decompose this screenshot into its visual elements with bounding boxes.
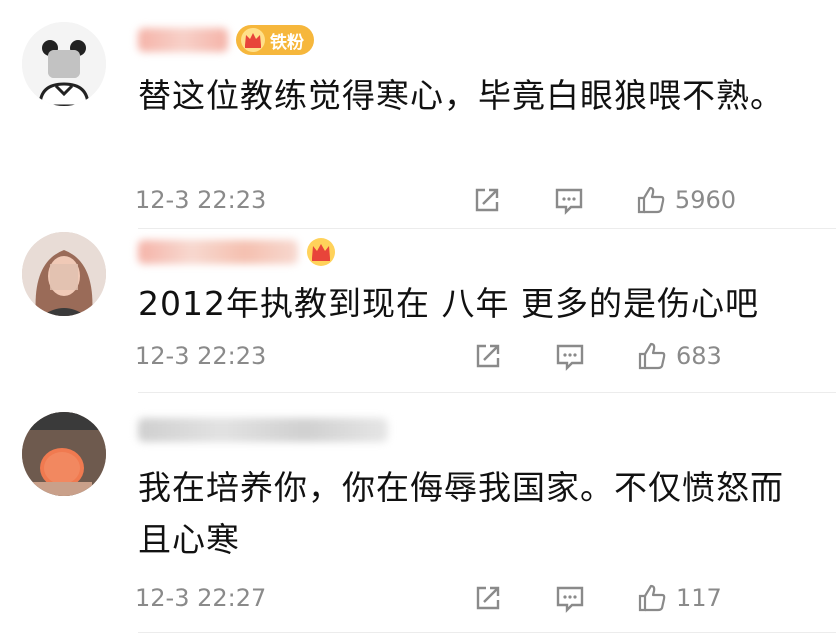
fan-badge-label: 铁粉 [270, 32, 304, 53]
comment-actions: 5960 [471, 182, 736, 218]
avatar-image [22, 22, 106, 106]
username[interactable] [138, 238, 336, 266]
like-button[interactable]: 117 [636, 582, 736, 614]
username-blurred [138, 28, 228, 52]
comment-time: 12-3 22:23 [135, 186, 267, 214]
avatar[interactable] [22, 232, 106, 316]
share-button[interactable] [472, 340, 504, 372]
comment-icon [556, 344, 584, 371]
comment-time: 12-3 22:27 [135, 584, 267, 612]
comment-actions: 117 [472, 580, 736, 616]
share-button[interactable] [471, 184, 503, 216]
comment-time: 12-3 22:23 [135, 342, 267, 370]
username-blurred [138, 418, 388, 442]
reply-button[interactable] [554, 582, 586, 614]
share-icon [476, 586, 500, 610]
avatar-image [22, 232, 106, 316]
avatar[interactable] [22, 412, 106, 496]
divider [138, 228, 836, 229]
crown-icon [240, 27, 266, 53]
reply-button[interactable] [554, 340, 586, 372]
share-icon [476, 344, 500, 368]
username[interactable] [138, 416, 388, 444]
divider [138, 392, 836, 393]
like-button[interactable]: 5960 [635, 184, 736, 216]
username-blurred [138, 240, 298, 264]
comment-text: 2012年执教到现在 八年 更多的是伤心吧 [138, 284, 759, 323]
avatar-image [22, 412, 106, 496]
username[interactable]: 铁粉 [138, 25, 314, 55]
thumbs-up-icon [637, 186, 665, 214]
comment-icon [555, 188, 583, 215]
like-button[interactable]: 683 [636, 340, 736, 372]
comment-text: 替这位教练觉得寒心，毕竟白眼狼喂不熟。 [138, 76, 784, 115]
fan-badge: 铁粉 [236, 25, 314, 55]
like-count: 117 [676, 584, 722, 612]
comment-meta: 12-3 22:27 117 [135, 580, 796, 616]
comment-actions: 683 [472, 338, 736, 374]
thumbs-up-icon [638, 584, 666, 612]
comment-meta: 12-3 22:23 [135, 182, 796, 218]
thumbs-up-icon [638, 342, 666, 370]
like-count: 5960 [674, 186, 736, 214]
comment-text: 我在培养你，你在侮辱我国家。不仅愤怒而且心寒 [138, 468, 784, 559]
share-button[interactable] [472, 582, 504, 614]
comment-meta: 12-3 22:23 [135, 338, 796, 374]
avatar[interactable] [22, 22, 106, 106]
reply-button[interactable] [553, 184, 585, 216]
divider [138, 632, 836, 633]
share-icon [475, 188, 499, 212]
like-count: 683 [676, 342, 722, 370]
comment-icon [556, 586, 584, 613]
crown-icon [307, 238, 335, 266]
